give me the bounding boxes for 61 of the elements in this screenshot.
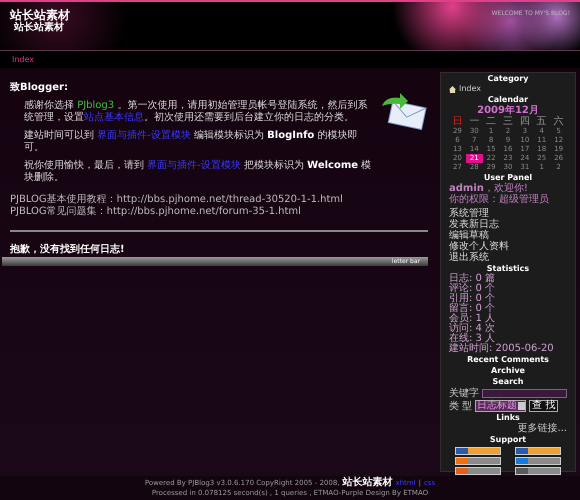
section-title: Archive xyxy=(491,366,525,376)
weekday-label: 三 xyxy=(502,116,514,127)
section-title: Support xyxy=(490,435,526,445)
salutation: 致Blogger: xyxy=(10,82,69,94)
badge-icon[interactable] xyxy=(515,457,561,465)
user-greeting: admin，欢迎你! xyxy=(449,183,529,194)
house-icon xyxy=(449,86,456,92)
welcome-paragraph: 建站时间可以到 界面与插件-设置模块 编辑模块标识为 BlogInfo 的模块即可。 xyxy=(23,130,358,154)
weekday-label: 日 xyxy=(451,116,464,127)
brand-link[interactable]: PJblog3 xyxy=(77,100,114,111)
text-link[interactable]: 界面与插件-设置模块 xyxy=(147,160,241,171)
category-link[interactable]: Index xyxy=(459,84,482,94)
statistics-line: 在线: 3 人 xyxy=(449,334,496,344)
section-title: Recent Comments xyxy=(467,355,549,365)
admin-link[interactable]: 退出系统 xyxy=(449,252,567,263)
nav-link[interactable]: Index xyxy=(12,54,34,66)
badge-icon[interactable] xyxy=(515,447,561,455)
calendar-month: 2009年12月 xyxy=(477,105,539,116)
section-title: Category xyxy=(488,74,528,84)
admin-link[interactable]: 发表新日志 xyxy=(449,219,567,230)
blog-subtitle: 站长站素材 xyxy=(14,22,65,34)
statistics-line: 引用: 0 个 xyxy=(449,294,496,304)
section-title: Statistics xyxy=(486,264,530,273)
keyword-label: 关键字 xyxy=(449,388,479,399)
weekday-label: 四 xyxy=(518,116,531,127)
section-title: Links xyxy=(496,413,520,423)
help-link-text: PJBLOG基本使用教程：http://bbs.pjhome.net/thread-30520-1-1.html xyxy=(10,194,344,206)
welcome-paragraph: 祝你使用愉快，最后，请到 界面与插件-设置模块 把模块标识为 Welcome 模块删除。 xyxy=(23,160,372,184)
welcome-paragraph: 感谢你选择 PJblog3 。第一次使用，请用初始管理员帐号登陆系统，然后到系统管理，设置站点基本信息。初次使用还需要到后台建立你的日志的分类。 xyxy=(23,100,368,124)
section-title: Search xyxy=(492,377,524,387)
section-title: Calendar xyxy=(488,95,528,104)
help-link-text: PJBLOG常见问题集：http://bbs.pjhome.net/forum-35-1.html xyxy=(10,206,302,218)
weekday-label: 五 xyxy=(536,116,548,127)
type-label: 类 型 xyxy=(449,400,472,412)
user-role: 你的权限：超级管理员 xyxy=(449,194,550,205)
badge-icon[interactable] xyxy=(455,447,501,455)
statistics-line: 访问: 4 次 xyxy=(449,324,496,334)
keyword-field[interactable] xyxy=(482,389,567,398)
admin-link[interactable]: 编辑草稿 xyxy=(449,230,567,241)
empty-notice: 抱歉，没有找到任何日志! xyxy=(10,244,126,256)
text-link[interactable]: 站点基本信息 xyxy=(84,112,144,123)
badge-icon[interactable] xyxy=(515,467,561,475)
section-title: User Panel xyxy=(484,173,532,182)
statistics-line: 日志: 0 篇 xyxy=(449,274,496,284)
statistics-line: 评论: 0 个 xyxy=(449,284,496,294)
admin-link[interactable]: 系统管理 xyxy=(449,208,567,219)
blog-title: 站长站素材 xyxy=(10,8,70,22)
statistics-line: 留言: 0 个 xyxy=(449,304,496,314)
badge-icon[interactable] xyxy=(455,467,501,475)
more-links-link[interactable]: 更多链接... xyxy=(517,423,567,434)
text-link[interactable]: 界面与插件-设置模块 xyxy=(97,130,191,141)
weekday-label: 一 xyxy=(468,116,480,127)
mail-icon xyxy=(380,92,428,132)
weekday-label: 二 xyxy=(485,116,498,127)
statistics-line: 会员: 1 人 xyxy=(449,314,496,324)
admin-link[interactable]: 修改个人资料 xyxy=(449,241,567,252)
badge-icon[interactable] xyxy=(455,457,501,465)
search-button[interactable]: 查 找 xyxy=(529,400,558,412)
type-select[interactable]: 日志标题 xyxy=(475,400,526,412)
weekday-label: 六 xyxy=(552,116,565,127)
statistics-line: 建站时间: 2005-06-20 xyxy=(449,344,555,354)
